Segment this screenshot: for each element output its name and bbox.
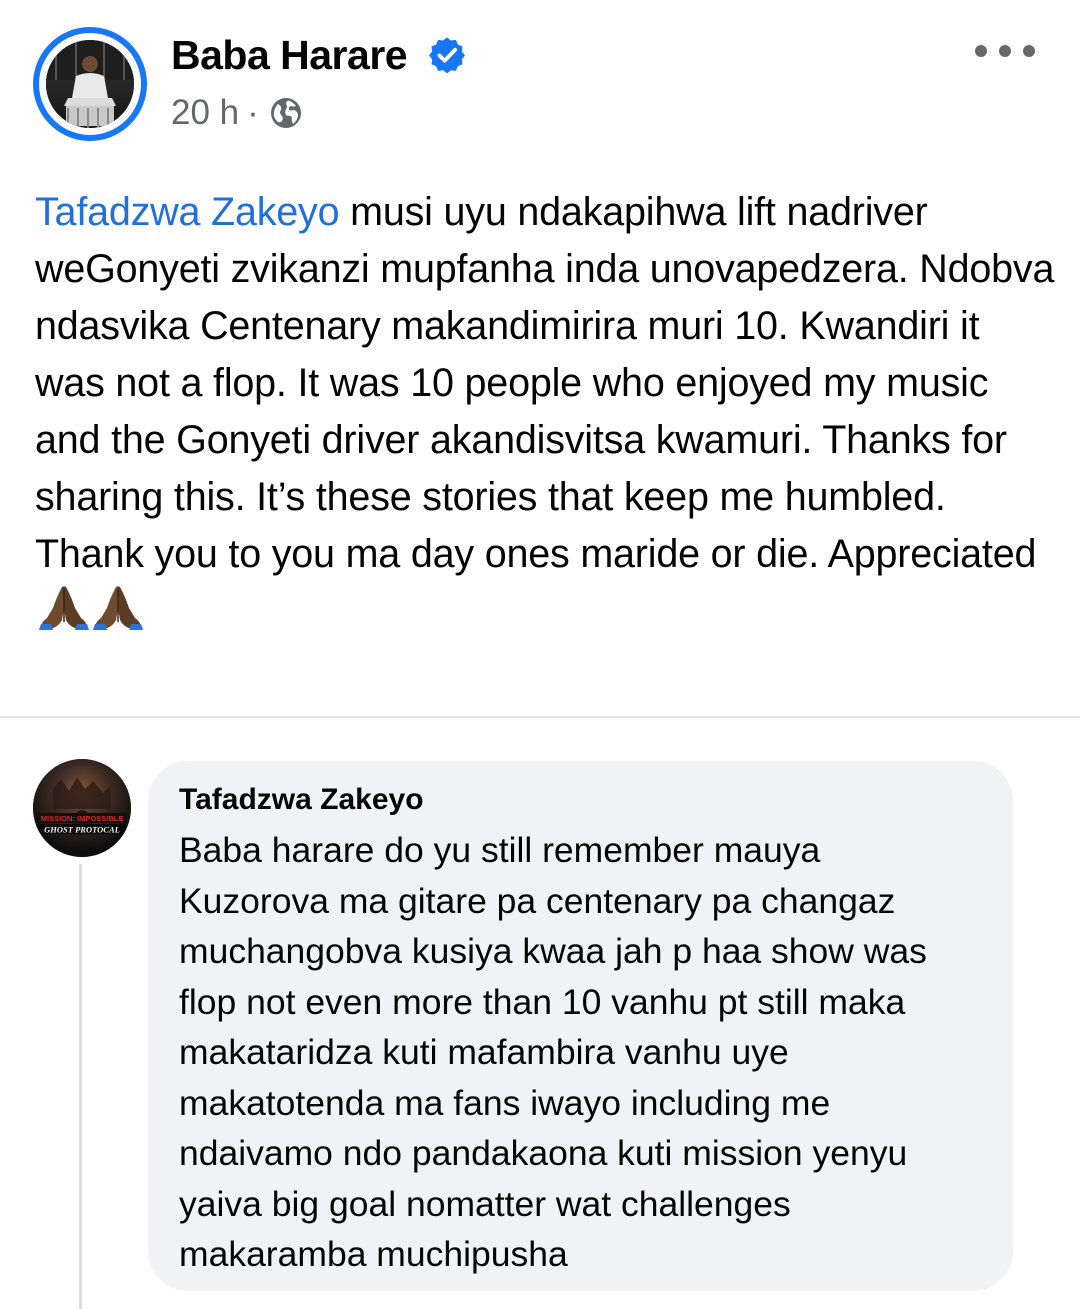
comment-line: makatotenda ma fans iwayo including me — [179, 1082, 831, 1123]
post-meta: 20 h · — [171, 92, 303, 134]
comment-line: yaiva big goal nomatter wat challenges — [179, 1183, 791, 1224]
comment-bubble: Tafadzwa Zakeyo Baba harare do yu still … — [148, 761, 1013, 1291]
more-dot — [1023, 45, 1035, 57]
comment-line: ndaivamo ndo pandakaona kuti mission yen… — [179, 1133, 908, 1173]
avatar-photo — [46, 40, 134, 128]
comment-line: Kuzorova ma gitare pa centenary pa chang… — [179, 880, 896, 921]
more-options-icon[interactable] — [975, 36, 1035, 66]
comment-text: Baba harare do yu still remember mauya K… — [179, 825, 999, 1280]
comment-line: makataridza kuti mafambira vanhu uye — [179, 1032, 789, 1072]
folded-hands-emoji — [93, 586, 143, 630]
thread-line — [79, 864, 82, 1309]
avatar-title-text: MISSION: IMPOSSIBLE — [41, 814, 124, 823]
post-timestamp[interactable]: 20 h — [171, 93, 239, 133]
more-dot — [999, 45, 1011, 57]
post-body-text: musi uyu ndakapihwa lift nadriver weGony… — [35, 190, 1055, 576]
more-dot — [975, 45, 987, 57]
comment-line: flop not even more than 10 vanhu pt stil… — [179, 981, 906, 1022]
avatar-subtitle-text: GHOST PROTOCAL — [44, 825, 120, 835]
post-text: Tafadzwa Zakeyo musi uyu ndakapihwa lift… — [35, 184, 1055, 640]
folded-hands-emoji — [39, 586, 89, 630]
comment-line: Baba harare do yu still remember mauya — [179, 830, 821, 870]
meta-separator: · — [247, 93, 259, 132]
post-header: Baba Harare 20 h · — [0, 0, 1080, 150]
globe-icon[interactable] — [269, 96, 303, 130]
author-avatar[interactable] — [33, 27, 147, 141]
comment-line: makaramba muchipusha — [179, 1234, 568, 1274]
author-name[interactable]: Baba Harare — [171, 31, 408, 79]
embedded-comment-screenshot: MISSION: IMPOSSIBLE GHOST PROTOCAL Tafad… — [0, 716, 1080, 1309]
mention-link[interactable]: Tafadzwa Zakeyo — [35, 190, 340, 234]
verified-badge-icon — [429, 37, 465, 74]
comment-line: muchangobva kusiya kwaa jah p haa show w… — [179, 931, 927, 971]
commenter-name[interactable]: Tafadzwa Zakeyo — [179, 781, 424, 819]
commenter-avatar[interactable]: MISSION: IMPOSSIBLE GHOST PROTOCAL — [33, 759, 131, 857]
